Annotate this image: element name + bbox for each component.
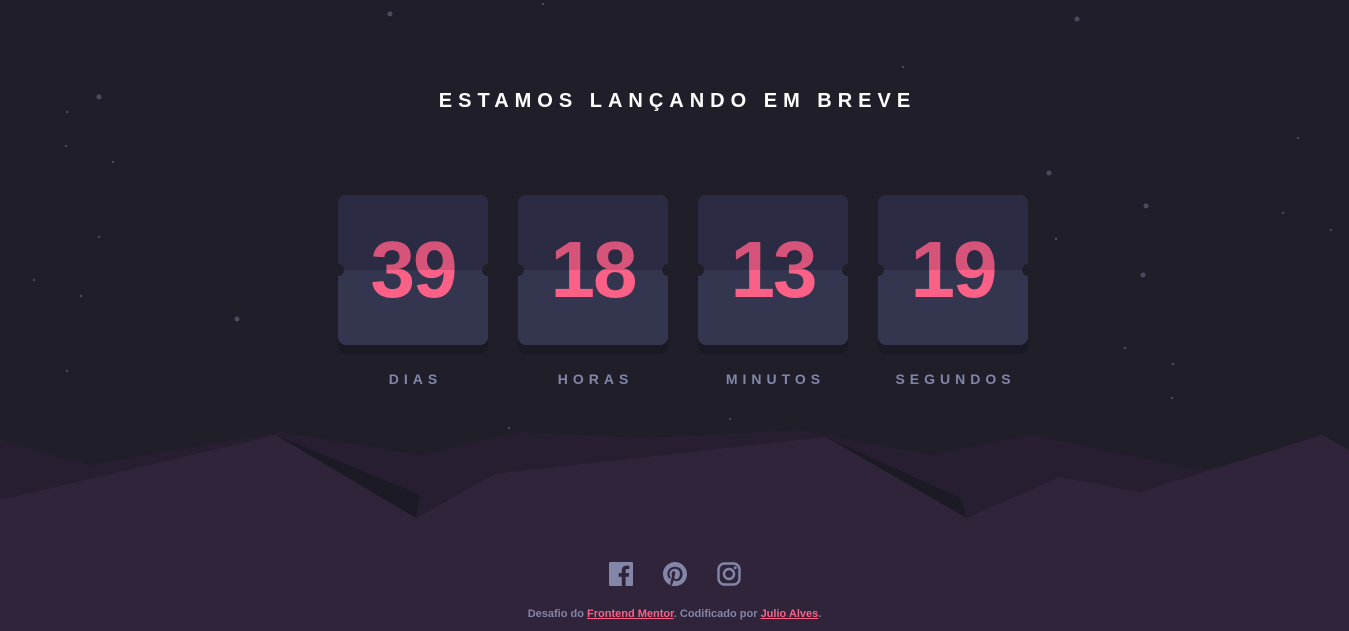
frontend-mentor-link[interactable]: Frontend Mentor	[587, 608, 674, 620]
attribution: Desafio do Frontend Mentor. Codificado p…	[527, 608, 822, 620]
instagram-icon[interactable]	[716, 562, 741, 586]
days-label: DIAS	[388, 371, 443, 387]
flip-card-hours: 18 18	[518, 195, 668, 345]
seconds-label: SEGUNDOS	[895, 371, 1016, 387]
minutes-label: MINUTOS	[725, 371, 826, 387]
social-links	[0, 562, 1349, 586]
hours-label: HORAS	[557, 371, 634, 387]
flip-card-days: 39 39	[338, 195, 488, 345]
countdown-timer: 39 39 DIAS 18 18 HORAS 13 13 MINUTOS 19 …	[338, 195, 1028, 387]
pinterest-icon[interactable]	[662, 562, 687, 586]
countdown-days: 39 39 DIAS	[338, 195, 488, 387]
countdown-seconds: 19 19 SEGUNDOS	[878, 195, 1028, 387]
page-title: ESTAMOS LANÇANDO EM BREVE	[438, 90, 917, 112]
facebook-icon[interactable]	[608, 562, 633, 586]
flip-card-seconds: 19 19	[878, 195, 1028, 345]
countdown-minutes: 13 13 MINUTOS	[698, 195, 848, 387]
author-link[interactable]: Julio Alves	[761, 608, 819, 620]
countdown-hours: 18 18 HORAS	[518, 195, 668, 387]
flip-card-minutes: 13 13	[698, 195, 848, 345]
